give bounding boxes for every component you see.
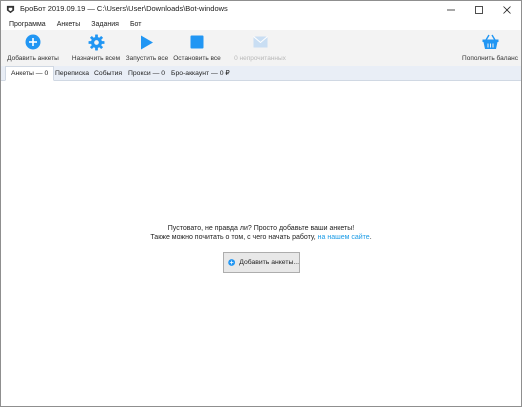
stop-all-label: Остановить все [173, 55, 221, 62]
close-icon [503, 5, 511, 14]
plus-circle-icon [25, 34, 41, 50]
maximize-button[interactable] [465, 1, 493, 18]
stop-icon [190, 35, 204, 49]
profiles-panel: Пустовато, не правда ли? Просто добавьте… [1, 81, 521, 406]
app-logo-icon [6, 5, 15, 14]
title-bar[interactable]: БроБот 2019.09.19 — C:\Users\User\Downlo… [1, 1, 521, 18]
top-up-balance-button[interactable]: Пополнить баланс [462, 32, 518, 64]
tab-proxies[interactable]: Прокси — 0 [123, 66, 170, 80]
menu-bar: Программа Анкеты Задания Бот [1, 18, 521, 30]
empty-state-hint-text: Также можно почитать о том, с чего начат… [150, 234, 316, 241]
basket-icon [482, 34, 498, 49]
menu-bot[interactable]: Бот [130, 21, 142, 28]
start-all-label: Запустить все [125, 55, 169, 62]
top-up-balance-label: Пополнить баланс [462, 55, 518, 62]
plus-circle-icon [228, 259, 236, 266]
gear-icon [88, 34, 104, 50]
add-profiles-main-button[interactable]: Добавить анкеты... [223, 252, 300, 273]
unread-messages-label: 0 непрочитанных [234, 55, 286, 62]
website-link[interactable]: на нашем сайте [318, 234, 370, 241]
close-button[interactable] [493, 1, 521, 18]
play-icon [141, 35, 153, 49]
empty-state-message: Пустовато, не правда ли? Просто добавьте… [167, 225, 355, 232]
assign-all-label: Назначить всем [71, 55, 121, 62]
minimize-icon [447, 9, 455, 10]
add-profiles-main-label: Добавить анкеты... [239, 259, 299, 266]
start-all-button[interactable]: Запустить все [125, 32, 169, 64]
toolbar: Добавить анкеты Назначить всем Запустить… [1, 30, 521, 66]
empty-state-hint: Также можно почитать о том, с чего начат… [1, 234, 521, 241]
tab-bro-account[interactable]: Бро-аккаунт — 0 ₽ [166, 66, 235, 80]
add-profiles-button[interactable]: Добавить анкеты [7, 32, 59, 64]
menu-profiles[interactable]: Анкеты [57, 21, 81, 28]
tab-events[interactable]: События [89, 66, 127, 80]
window-title: БроБот 2019.09.19 — C:\Users\User\Downlo… [20, 4, 228, 13]
empty-state-hint-end: . [369, 234, 372, 241]
tab-profiles[interactable]: Анкеты — 0 [5, 66, 55, 81]
assign-all-button[interactable]: Назначить всем [71, 32, 121, 64]
mail-icon [252, 36, 268, 48]
tab-messages[interactable]: Переписка [50, 66, 94, 80]
add-profiles-label: Добавить анкеты [7, 55, 59, 62]
app-window: БроБот 2019.09.19 — C:\Users\User\Downlo… [0, 0, 522, 407]
unread-messages-button[interactable]: 0 непрочитанных [234, 32, 286, 64]
menu-program[interactable]: Программа [9, 21, 46, 28]
menu-tasks[interactable]: Задания [91, 21, 119, 28]
maximize-icon [475, 5, 483, 14]
tab-bar: Анкеты — 0 Переписка События Прокси — 0 … [1, 66, 521, 81]
stop-all-button[interactable]: Остановить все [173, 32, 221, 64]
minimize-button[interactable] [437, 1, 465, 18]
